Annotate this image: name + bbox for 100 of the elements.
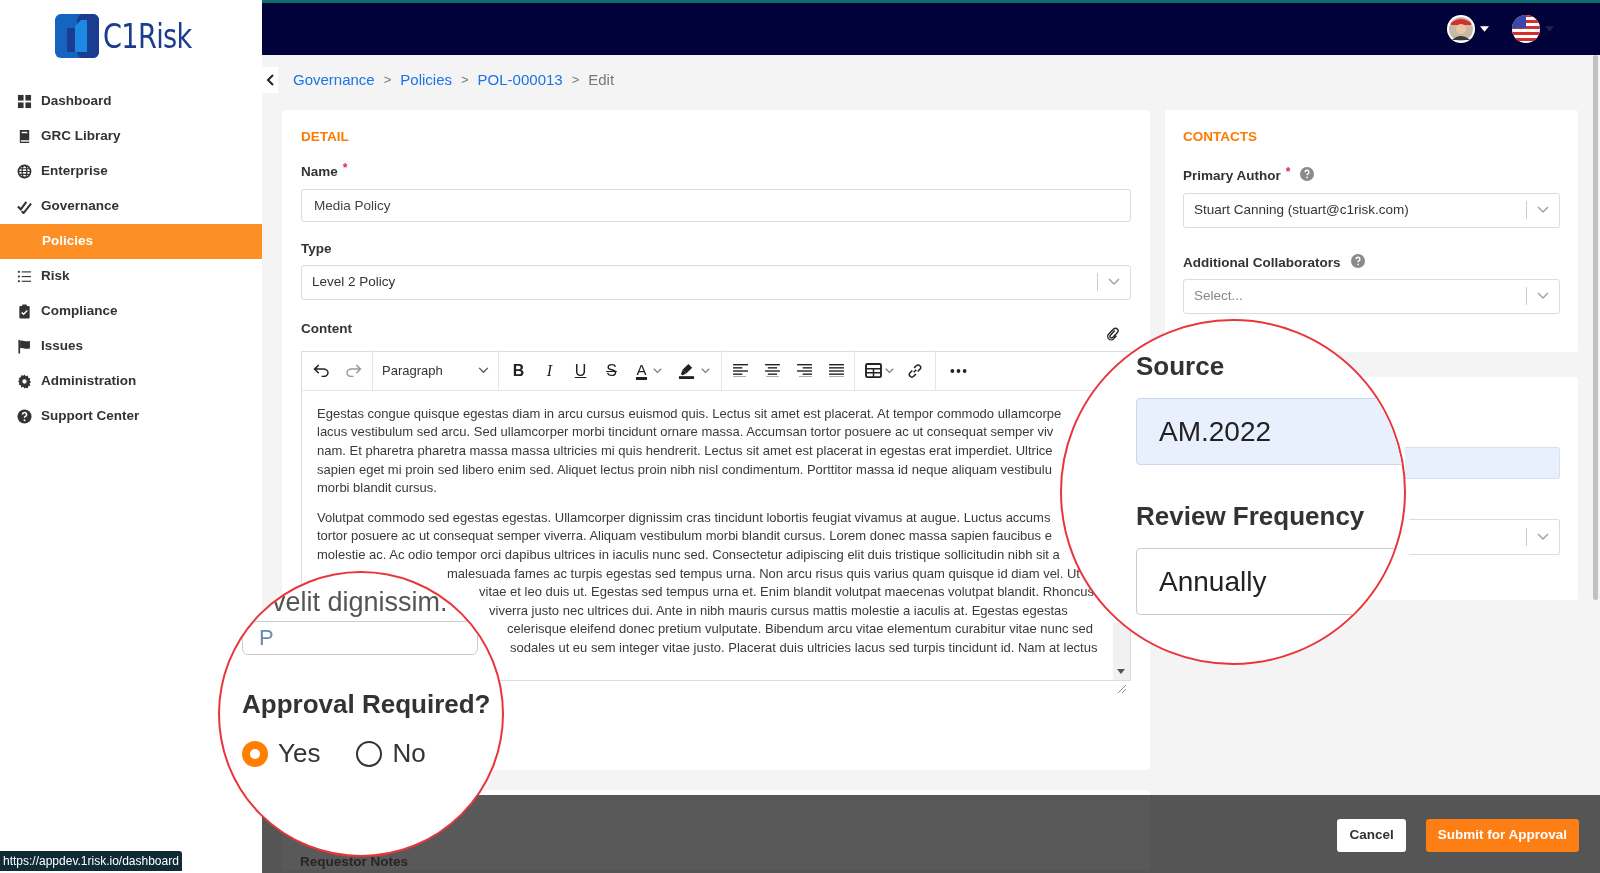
breadcrumb-link[interactable]: Governance <box>293 68 375 92</box>
book-icon <box>17 129 32 144</box>
flag-icon <box>17 339 32 354</box>
select-field[interactable]: Level 2 Policy <box>301 264 1131 300</box>
resize-handle-icon <box>1117 683 1127 694</box>
select-field[interactable] <box>1409 519 1560 555</box>
chevron-down-icon <box>1108 278 1120 287</box>
field-label: Name <box>301 163 338 182</box>
input-field[interactable]: P <box>242 621 478 655</box>
cancel-button[interactable]: Cancel <box>1337 818 1406 852</box>
sidebar-item[interactable]: GRC Library <box>0 119 262 154</box>
chevron-down-icon <box>884 367 894 374</box>
logo-icon <box>55 13 99 58</box>
chevron-down-icon <box>1537 533 1549 541</box>
radio-button[interactable] <box>356 740 383 767</box>
select-field[interactable]: Select... <box>1183 278 1560 314</box>
breadcrumb-link[interactable]: Policies <box>400 68 452 92</box>
field-label: Primary Author <box>1183 167 1281 186</box>
input-field[interactable]: AM.2022 <box>1136 398 1404 465</box>
logo-text: C1Risk <box>103 18 192 53</box>
status-url: https://appdev.1risk.io/dashboard <box>0 851 182 871</box>
italic-button[interactable]: I <box>534 351 565 391</box>
paperclip-icon <box>1107 326 1119 341</box>
field-label: Additional Collaborators <box>1183 253 1341 272</box>
magnified-text: velit dignissim. <box>271 587 448 617</box>
align-right-icon <box>796 364 812 378</box>
sidebar-item[interactable]: Dashboard <box>0 84 262 119</box>
highlighter-icon <box>678 362 695 380</box>
grid-icon <box>17 94 32 109</box>
settings-icon <box>17 374 32 389</box>
table-icon <box>864 363 882 379</box>
justify-icon <box>828 364 844 378</box>
editor-text-line: lacus vestibulum sed arcu. Sed ullamcorper morbi tincidunt ornare massa. Accumsan tortor posuere ac ut consequat semper viv <box>317 423 1054 442</box>
chevron-down-icon <box>1537 292 1549 301</box>
more-icon <box>949 368 967 373</box>
double-check-icon <box>17 199 32 214</box>
sidebar-item[interactable]: Governance <box>0 189 262 224</box>
sidebar-item[interactable]: Compliance <box>0 294 262 329</box>
breadcrumb-current: Edit <box>588 69 615 90</box>
flag-icon <box>1511 14 1541 44</box>
caret-icon <box>1545 26 1554 32</box>
align-center-icon <box>764 364 780 378</box>
scrollbar <box>1113 622 1130 680</box>
help-icon <box>1300 167 1315 182</box>
editor-text-line: sodales ut eu sem integer vitae justo. Placerat duis ultricies lacus sed turpis tincidunt id. Nam at lectus <box>510 638 1098 657</box>
radio-label: No <box>392 737 426 770</box>
editor-text-line: Volutpat commodo sed egestas egestas. Ullamcorper dignissim cras tincidunt lobortis feugiat vivamus at augue. Luctus accums <box>317 508 1051 527</box>
select-field[interactable]: Stuart Canning (stuart@c1risk.com) <box>1183 192 1560 228</box>
redo-icon <box>344 364 362 378</box>
help-icon <box>1350 253 1365 268</box>
help-icon <box>17 409 32 424</box>
sidebar-item[interactable]: Administration <box>0 364 262 399</box>
bold-button[interactable]: B <box>503 351 534 391</box>
radio-button[interactable] <box>242 740 268 767</box>
editor-text-line: vitae et leo duis ut. Egestas sed tempus urna et. Enim blandit volutpat maecenas volutpat blandit. Rhoncus <box>479 583 1094 602</box>
editor-text-line: sapien eget mi proin sed libero enim sed. Aliquet lectus proin nibh nisl condimentum. Porttitor massa id neque aliquam vestibulu <box>317 460 1052 479</box>
chevron-down-icon <box>1537 206 1549 214</box>
underline-button[interactable]: U <box>565 351 596 391</box>
field-label: Review Frequency <box>1136 500 1365 533</box>
required-mark: * <box>342 162 348 175</box>
field-label: Type <box>301 239 332 258</box>
caret-icon <box>1480 26 1489 32</box>
radio-label: Yes <box>278 737 321 770</box>
align-left-icon <box>732 364 748 378</box>
editor-text-line: celerisque eleifend donec pretium vulputate. Bibendum arcu vitae elementum curabitur vitae nunc sed <box>507 620 1094 639</box>
breadcrumb-separator: > <box>461 71 469 90</box>
paragraph-dropdown[interactable]: Paragraph <box>373 351 499 391</box>
list-icon <box>17 269 32 284</box>
chevron-down-icon <box>701 367 710 374</box>
name-field[interactable]: Media Policy <box>301 188 1131 222</box>
strikethrough-button[interactable]: S <box>596 351 627 391</box>
chevron-down-icon <box>652 367 662 374</box>
section-heading: DETAIL <box>301 128 350 146</box>
editor-text-line: tortor posuere ac ut consequat semper viverra. Aliquam vestibulum morbi blandit cursus. Lorem donec massa sapien faucibus e <box>317 527 1052 546</box>
text-color-button[interactable]: A <box>627 351 671 391</box>
section-heading: CONTACTS <box>1183 128 1258 146</box>
editor-text-line: molestie ac. Ac odio tempor orci dapibus ultrices in iaculis nunc sed. Consectetur adipiscing elit duis tristique sollicitudin nibh sit a <box>317 545 1060 564</box>
editor-text-line: Egestas congue quisque egestas diam in arcu cursus euismod quis. Lectus sit amet est placerat. At tempor commodo ullamcorpe <box>317 404 1062 423</box>
sidebar-item[interactable]: Enterprise <box>0 154 262 189</box>
undo-icon <box>312 364 330 378</box>
globe-icon <box>17 164 32 179</box>
editor-text-line: morbi blandit cursus. <box>317 479 437 498</box>
sidebar-item[interactable]: Support Center <box>0 399 262 434</box>
editor-text-line: nam. Et pharetra pharetra massa massa ultricies mi quis hendrerit. Lectus sit amet est placerat in egestas erat imperdiet. Ultrice <box>317 441 1053 460</box>
scroll-down-icon <box>1117 668 1125 674</box>
link-icon <box>907 362 923 379</box>
question-label: Approval Required? <box>242 688 491 721</box>
editor-text-line: malesuada fames ac turpis egestas sed tempus urna. Non arcu risus quis varius quam quisque id diam vel. Ut <box>447 564 1080 583</box>
chevron-left-icon <box>266 74 274 86</box>
input-field[interactable] <box>1405 447 1560 479</box>
editor-text-line: viverra justo nec ultrices dui. Ante in nibh mauris cursus mattis molestie a iaculis at. Egestas egestas <box>489 601 1068 620</box>
sidebar-item[interactable]: Risk <box>0 259 262 294</box>
sidebar-item[interactable]: Issues <box>0 329 262 364</box>
clipboard-icon <box>17 304 32 319</box>
breadcrumb-separator: > <box>571 71 580 90</box>
back-button[interactable] <box>262 67 278 93</box>
breadcrumb-link[interactable]: POL-000013 <box>477 68 563 92</box>
field-label: Source <box>1136 350 1225 383</box>
required-mark: * <box>1285 166 1291 179</box>
breadcrumb-separator: > <box>383 71 392 90</box>
